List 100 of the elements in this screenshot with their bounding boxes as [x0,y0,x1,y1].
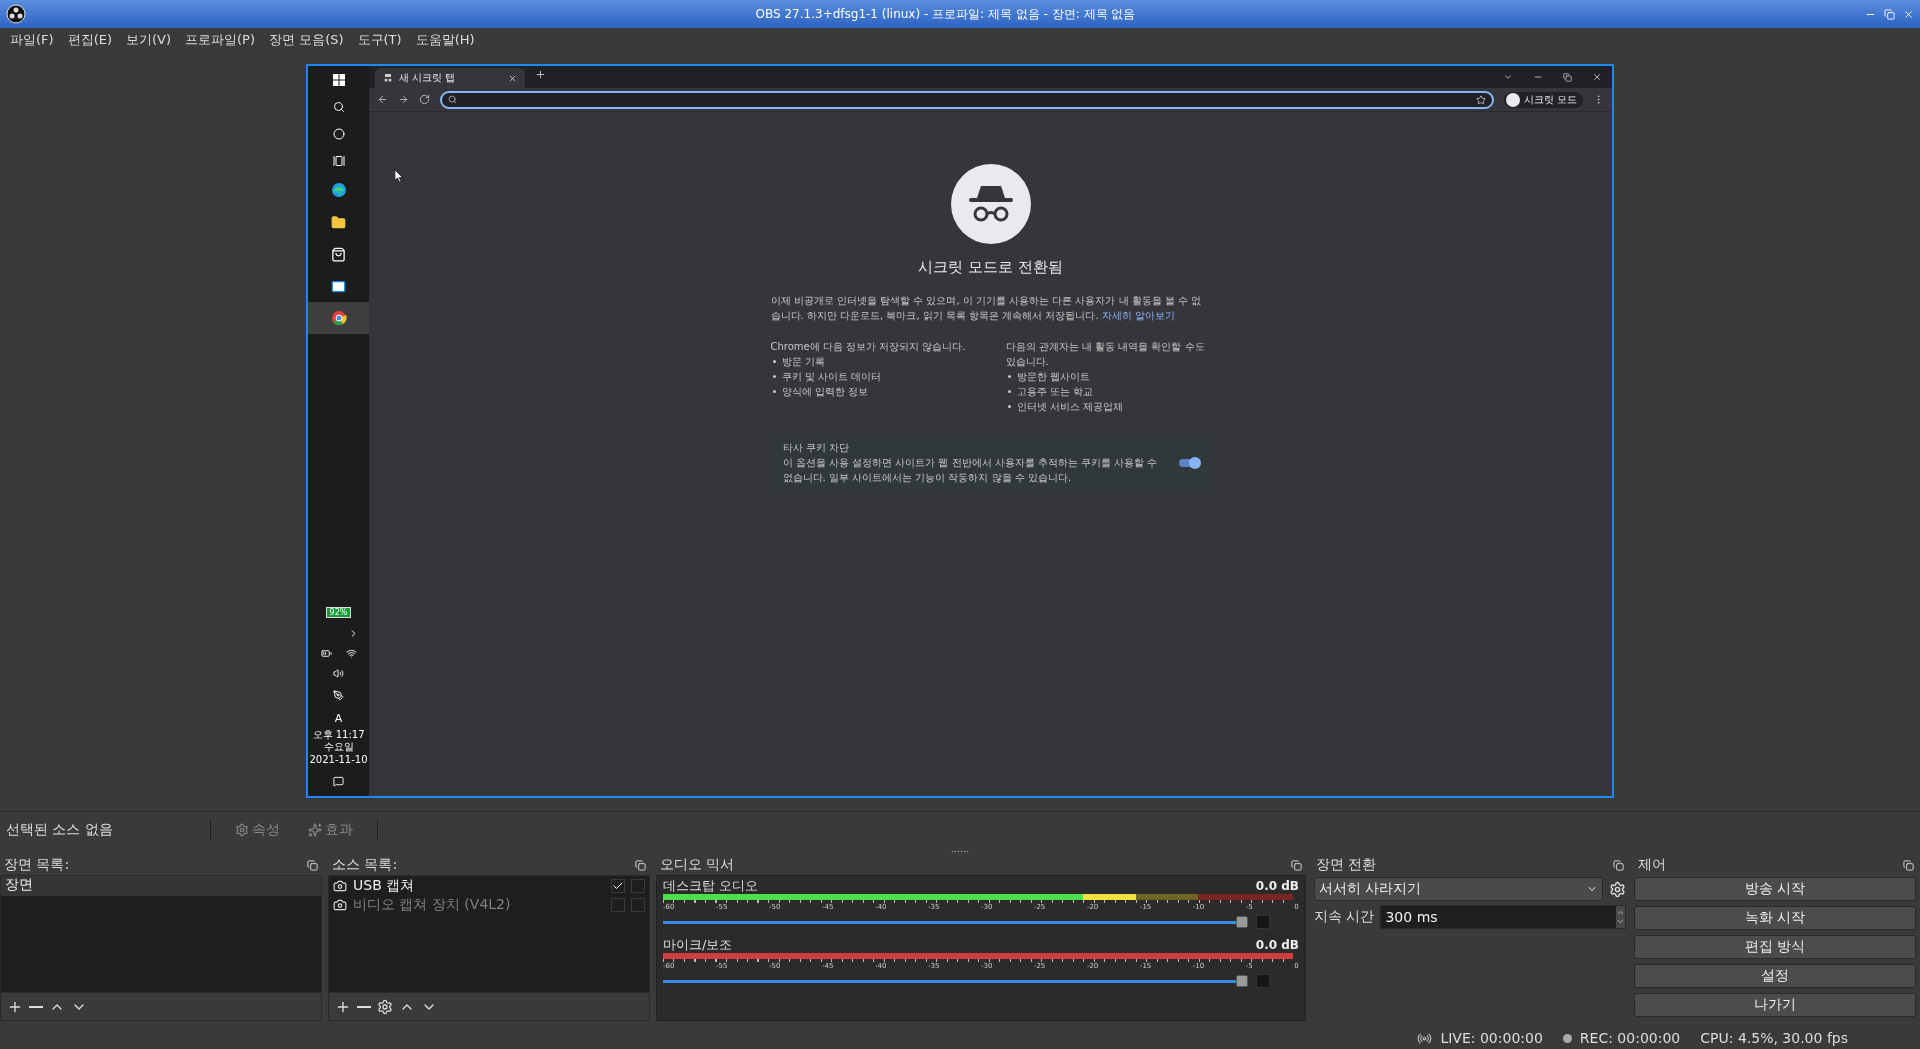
splitter-handle[interactable] [951,849,969,853]
chevron-down-icon[interactable] [1503,72,1513,82]
channel-name: 데스크탑 오디오 [663,877,759,895]
battery-level: 92% [325,606,352,618]
notification-icon[interactable] [333,775,344,787]
plus-icon[interactable] [535,69,546,80]
reload-icon[interactable] [419,94,430,105]
wifi-icon[interactable] [345,648,357,659]
star-icon[interactable] [1475,94,1486,105]
pen-icon[interactable] [333,690,344,701]
input-mode-indicator[interactable]: A [334,711,343,725]
browser-tab[interactable]: 새 시크릿 탭 [375,68,525,88]
menu-item[interactable]: 파일(F) [10,31,54,49]
bullet-icon [1007,375,1011,378]
circle-icon[interactable] [332,127,345,140]
control-button[interactable]: 설정 [1634,964,1916,988]
slider-thumb[interactable] [1236,975,1248,987]
menu-item[interactable]: 프로파일(P) [185,31,255,49]
taskbar-app[interactable] [308,302,369,334]
bullet-icon [1007,390,1011,393]
control-button[interactable]: 녹화 시작 [1634,906,1916,930]
clock-text: 수요일 [323,741,354,754]
restore-icon[interactable] [1884,8,1895,20]
swirl-icon [330,182,347,198]
menu-item[interactable]: 편집(E) [67,31,112,49]
bullet-icon [772,360,776,363]
dock-title: 장면 전환 [1316,856,1377,874]
gear-icon [235,822,249,837]
transition-dropdown[interactable]: 서서히 사라지기 [1314,877,1603,901]
lock-checkbox[interactable] [631,897,645,912]
dock-title: 장면 목록: [4,856,70,874]
channel-name: 마이크/보조 [663,936,733,954]
volume-icon[interactable] [333,668,344,679]
menu-item[interactable]: 장면 모음(S) [269,31,344,49]
back-icon[interactable] [377,94,388,105]
profile-chip[interactable]: 시크릿 모드 [1503,91,1583,108]
slider-thumb[interactable] [1236,916,1248,928]
address-field[interactable] [440,90,1494,109]
forward-icon[interactable] [398,94,409,105]
scene-item[interactable]: 장면 [1,876,321,896]
gear-icon [377,998,393,1015]
source-name[interactable]: USB 캡쳐 [353,876,605,895]
spin-up-icon[interactable] [1616,908,1625,917]
float-icon[interactable] [635,859,646,871]
spin-down-icon[interactable] [1616,917,1625,926]
task-view-icon[interactable] [332,154,345,167]
control-button[interactable]: 나가기 [1634,993,1916,1017]
bullet-icon [772,375,776,378]
mute-checkbox[interactable] [1256,915,1270,929]
cookie-title: 타사 쿠키 차단 [782,441,850,455]
list-item: 방문 기록 [781,355,825,369]
gear-icon [1609,880,1626,898]
float-icon[interactable] [1291,859,1302,871]
bullet-icon [772,390,776,393]
live-status: LIVE: 00:00:00 [1440,1030,1543,1046]
dock-title: 오디오 믹서 [660,856,735,874]
duration-label: 지속 시간 [1314,908,1375,926]
control-button[interactable]: 방송 시작 [1634,877,1916,901]
list-heading: Chrome에 다음 정보가 저장되지 않습니다. [770,340,967,354]
visibility-checkbox[interactable] [611,897,625,912]
menu-item[interactable]: 보기(V) [126,31,172,49]
settings-button[interactable] [1609,880,1626,898]
cpu-status: CPU: 4.5%, 30.00 fps [1700,1030,1848,1046]
rec-status: REC: 00:00:00 [1579,1030,1681,1046]
float-icon[interactable] [1613,859,1624,871]
mute-checkbox[interactable] [1256,974,1270,988]
close-icon[interactable] [1592,72,1602,82]
float-icon[interactable] [1903,859,1914,871]
battery-icon[interactable] [320,648,332,659]
learn-more-link[interactable]: 자세히 알아보기 [1101,310,1176,321]
remove-button[interactable] [29,1005,43,1008]
minus-icon [29,1005,43,1008]
incognito-icon [383,73,393,83]
lock-checkbox[interactable] [631,878,645,893]
cookie-toggle[interactable] [1178,458,1199,467]
float-icon[interactable] [307,859,318,871]
settings-button[interactable] [377,998,393,1015]
duration-field[interactable]: 300 ms [1380,905,1626,929]
volume-slider[interactable] [663,975,1248,987]
bullet-icon [1007,405,1011,408]
close-icon[interactable] [508,73,517,83]
close-icon[interactable] [1903,8,1914,20]
mail-icon [331,278,346,294]
control-button[interactable]: 편집 방식 [1634,935,1916,959]
source-name[interactable]: 비디오 캡쳐 장치 (V4L2) [353,895,605,914]
cookie-description: 이 옵션을 사용 설정하면 사이트가 웹 전반에서 사용자를 추적하는 쿠키를 사용할 수 없습니다. 일부 사이트에서는 기능이 작동하지 않을 수 있습니다. [782,456,1159,485]
list-item: 방문한 웹사이트 [1016,370,1090,384]
search-icon[interactable] [332,100,345,113]
visibility-checkbox[interactable] [611,878,625,893]
volume-slider[interactable] [663,916,1248,928]
menu-item[interactable]: 도움말(H) [415,31,475,49]
restore-icon[interactable] [1563,72,1572,82]
incognito-icon [950,164,1031,244]
cursor-icon [395,170,403,182]
volume-reading: 0.0 dB [1255,938,1299,952]
minus-icon [357,1005,371,1008]
shopping-bag-icon [331,246,346,262]
windows-logo-icon[interactable] [332,73,345,86]
remove-button[interactable] [357,1005,371,1008]
menu-item[interactable]: 도구(T) [357,31,402,49]
